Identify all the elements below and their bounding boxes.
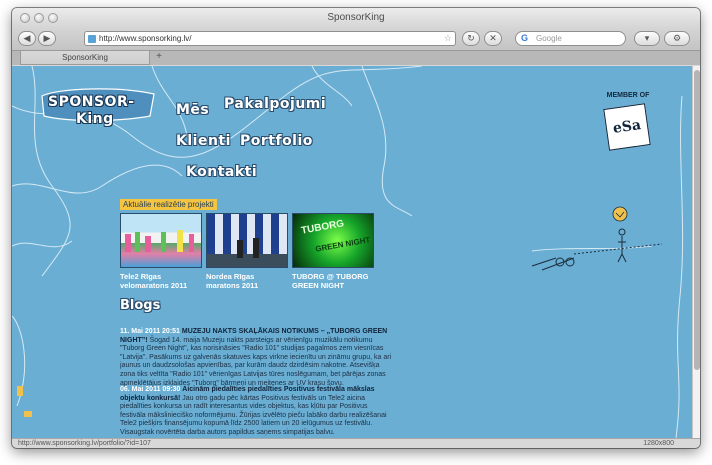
project-title: TUBORG @ TUBORG GREEN NIGHT bbox=[292, 272, 369, 290]
page-menu-button[interactable]: ▾ bbox=[634, 31, 660, 46]
google-icon: G bbox=[521, 33, 529, 43]
status-resolution: 1280x800 bbox=[643, 440, 674, 447]
projects-section-label: Aktuālie realizētie projekti bbox=[120, 199, 217, 210]
member-of-label: MEMBER OF bbox=[606, 92, 650, 99]
blog-post: 11. Mai 2011 20:51 MUZEJU NAKTS SKAĻĀKAI… bbox=[120, 328, 395, 388]
project-card[interactable]: Nordea Rīgas maratons 2011 bbox=[206, 213, 288, 290]
project-thumbnail bbox=[206, 213, 288, 268]
esa-logo: eSa bbox=[603, 103, 651, 151]
reload-icon: ↻ bbox=[467, 33, 475, 43]
search-field[interactable]: G Google bbox=[515, 31, 626, 46]
blogs-heading: Blogs bbox=[120, 298, 161, 313]
nav-klienti[interactable]: Klienti bbox=[176, 133, 231, 149]
tuborg-tagline-text: GREEN NIGHT bbox=[314, 235, 371, 254]
blog-excerpt: Šogad 14. maija Muzeju nakts parsteigs a… bbox=[120, 336, 392, 387]
search-placeholder: Google bbox=[536, 34, 562, 43]
blog-post: 06. Mai 2011 09:30 Aicinām piedalīties p… bbox=[120, 386, 395, 438]
tab-bar: SponsorKing + bbox=[12, 50, 700, 65]
url-text: http://www.sponsorking.lv/ bbox=[99, 34, 192, 43]
window-title: SponsorKing bbox=[327, 12, 385, 23]
tab-sponsorking[interactable]: SponsorKing bbox=[20, 51, 150, 65]
blog-date: 06. Mai 2011 09:30 bbox=[120, 386, 181, 393]
back-button[interactable]: ◀ bbox=[18, 31, 36, 46]
marathon-photo bbox=[207, 238, 287, 267]
scrollbar-thumb[interactable] bbox=[694, 70, 700, 370]
nav-mes[interactable]: Mēs bbox=[176, 102, 209, 118]
reload-button[interactable]: ↻ bbox=[462, 31, 480, 46]
tab-label: SponsorKing bbox=[62, 53, 108, 62]
tuborg-brand-text: TUBORG bbox=[300, 218, 345, 237]
title-bar: SponsorKing bbox=[12, 8, 700, 28]
vertical-scrollbar[interactable] bbox=[692, 66, 700, 438]
blog-date: 11. Mai 2011 20:51 bbox=[120, 328, 180, 335]
forward-button[interactable]: ▶ bbox=[38, 31, 56, 46]
nav-portfolio[interactable]: Portfolio bbox=[240, 133, 313, 149]
page-viewport: SPONSOR- King Mēs Pakalpojumi Klienti Po… bbox=[12, 66, 692, 438]
site-logo[interactable]: SPONSOR- King bbox=[38, 86, 158, 132]
forward-icon: ▶ bbox=[43, 33, 51, 43]
page-icon: ▾ bbox=[644, 33, 650, 43]
browser-window: SponsorKing ◀ ▶ http://www.sponsorking.l… bbox=[12, 8, 700, 448]
project-title: Nordea Rīgas maratons 2011 bbox=[206, 272, 259, 290]
toolbar: ◀ ▶ http://www.sponsorking.lv/ ☆ ↻ ✕ G G… bbox=[12, 28, 700, 50]
status-bar: http://www.sponsorking.lv/portfolio/?id=… bbox=[12, 438, 700, 448]
back-icon: ◀ bbox=[23, 33, 31, 43]
nav-pakalpojumi[interactable]: Pakalpojumi bbox=[224, 96, 326, 112]
project-title: Tele2 Rīgas velomaratons 2011 bbox=[120, 272, 188, 290]
bookmark-star-icon[interactable]: ☆ bbox=[444, 33, 452, 44]
settings-button[interactable]: ⚙ bbox=[664, 31, 690, 46]
stop-button[interactable]: ✕ bbox=[484, 31, 502, 46]
gear-icon: ⚙ bbox=[672, 33, 682, 43]
logo-line-2: King bbox=[76, 111, 114, 127]
favicon bbox=[88, 35, 96, 43]
stop-icon: ✕ bbox=[489, 33, 497, 43]
nav-kontakti[interactable]: Kontakti bbox=[186, 164, 257, 180]
logo-line-1: SPONSOR- bbox=[48, 94, 135, 110]
member-of-badge[interactable]: MEMBER OF eSa bbox=[598, 92, 658, 168]
status-url: http://www.sponsorking.lv/portfolio/?id=… bbox=[18, 440, 151, 447]
project-card[interactable]: TUBORG GREEN NIGHT TUBORG @ TUBORG GREEN… bbox=[292, 213, 374, 290]
project-thumbnail: TUBORG GREEN NIGHT bbox=[292, 213, 374, 268]
address-bar[interactable]: http://www.sponsorking.lv/ ☆ bbox=[84, 31, 456, 46]
project-card[interactable]: Tele2 Rīgas velomaratons 2011 bbox=[120, 213, 202, 290]
crowd-photo bbox=[125, 230, 194, 252]
new-tab-button[interactable]: + bbox=[152, 51, 166, 65]
project-thumbnail bbox=[120, 213, 202, 268]
